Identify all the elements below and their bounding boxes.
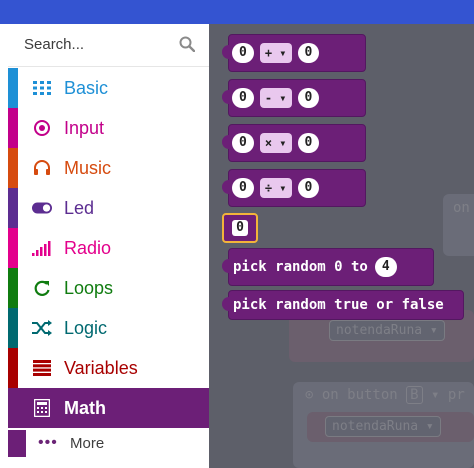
category-label: Led [64, 198, 95, 218]
category-radio[interactable]: Radio [8, 228, 209, 268]
category-variables[interactable]: Variables [8, 348, 209, 388]
left-operand[interactable]: 0 [232, 88, 254, 108]
category-stripe [8, 348, 18, 388]
output-notch [222, 297, 232, 311]
top-bar [0, 0, 474, 24]
output-notch [222, 180, 232, 194]
category-stripe [8, 108, 18, 148]
random-max-value[interactable]: 4 [374, 257, 397, 277]
shuffle-icon [32, 319, 52, 337]
calculator-icon [32, 399, 52, 417]
output-notch [222, 45, 232, 59]
search-input[interactable]: Search... [24, 36, 84, 53]
category-stripe [8, 388, 18, 428]
pick-random-label: pick random 0 to [233, 259, 368, 275]
grid-icon [32, 79, 52, 97]
right-operand[interactable]: 0 [297, 178, 320, 198]
category-label: More [70, 435, 105, 452]
math-subtract-block[interactable]: 0 - ▾ 0 [222, 79, 366, 117]
category-stripe [8, 148, 18, 188]
headphones-icon [32, 159, 52, 177]
right-operand[interactable]: 0 [297, 133, 320, 153]
dots-icon: ••• [38, 434, 58, 451]
right-operand[interactable]: 0 [297, 88, 320, 108]
category-label: Math [64, 398, 106, 418]
category-math[interactable]: Math [8, 388, 209, 428]
operator-dropdown[interactable]: + ▾ [259, 43, 292, 63]
category-label: Logic [64, 318, 108, 338]
output-notch [222, 90, 232, 104]
category-music[interactable]: Music [8, 148, 209, 188]
ghost-variable-dropdown-2: notendaRuna ▾ [325, 416, 441, 437]
math-multiply-block[interactable]: 0 × ▾ 0 [222, 124, 366, 162]
category-more[interactable]: ••• More [8, 430, 209, 457]
ghost-on-button-block: ⊙ on button B ▾ pr notendaRuna ▾ [293, 382, 474, 468]
category-stripe [8, 188, 18, 228]
operator-dropdown[interactable]: - ▾ [259, 88, 292, 108]
math-number-block[interactable]: 0 [222, 213, 258, 243]
category-basic[interactable]: Basic [8, 68, 209, 108]
category-loops[interactable]: Loops [8, 268, 209, 308]
category-label: Loops [64, 278, 114, 298]
ghost-inner-block: notendaRuna ▾ [307, 412, 474, 442]
number-value[interactable]: 0 [232, 220, 248, 236]
category-label: Basic [64, 78, 109, 98]
pick-random-block[interactable]: pick random 0 to 4 [222, 248, 434, 286]
category-label: Input [64, 118, 105, 138]
output-notch [222, 135, 232, 149]
category-label: Music [64, 158, 112, 178]
more-stripe [8, 430, 26, 457]
operator-dropdown[interactable]: ÷ ▾ [259, 178, 292, 198]
pick-random-bool-label: pick random true or false [233, 297, 444, 313]
math-add-block[interactable]: 0 + ▾ 0 [222, 34, 366, 72]
left-operand[interactable]: 0 [232, 178, 254, 198]
operator-dropdown[interactable]: × ▾ [259, 133, 292, 153]
category-led[interactable]: Led [8, 188, 209, 228]
sidebar-edge [0, 24, 8, 468]
ghost-event-block: on [443, 194, 474, 256]
left-operand[interactable]: 0 [232, 43, 254, 63]
lines-icon [32, 359, 52, 377]
category-logic[interactable]: Logic [8, 308, 209, 348]
category-label: Variables [64, 358, 138, 378]
search-box[interactable]: Search... [8, 24, 209, 67]
search-icon[interactable] [179, 36, 195, 52]
category-stripe [8, 68, 18, 108]
category-stripe [8, 268, 18, 308]
left-operand[interactable]: 0 [232, 133, 254, 153]
pick-random-bool-block[interactable]: pick random true or false [222, 290, 464, 320]
ghost-variable-dropdown: notendaRuna ▾ [329, 320, 445, 341]
toggle-icon [32, 199, 52, 217]
right-operand[interactable]: 0 [297, 43, 320, 63]
category-stripe [8, 308, 18, 348]
ghost-on-button-label: ⊙ on button B ▾ pr [305, 386, 465, 404]
signal-bars-icon [32, 239, 52, 257]
refresh-icon [32, 279, 52, 297]
math-divide-block[interactable]: 0 ÷ ▾ 0 [222, 169, 366, 207]
category-label: Radio [64, 238, 112, 258]
category-stripe [8, 228, 18, 268]
ghost-on-label: on [453, 200, 470, 216]
target-icon [32, 119, 52, 137]
output-notch [222, 259, 232, 273]
category-input[interactable]: Input [8, 108, 209, 148]
